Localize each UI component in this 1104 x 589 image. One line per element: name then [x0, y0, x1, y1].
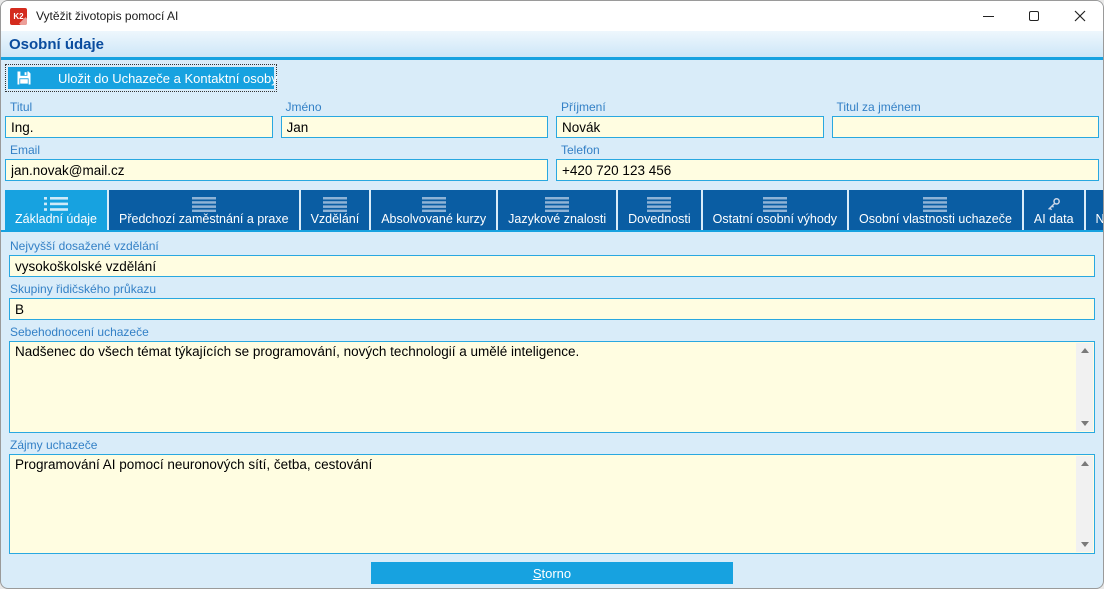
window-title: Vytěžit životopis pomocí AI	[36, 9, 179, 23]
jmeno-label: Jméno	[285, 100, 322, 114]
dialog-footer: Storno	[9, 554, 1095, 588]
field-zajmy: Zájmy uchazeče Programování AI pomocí ne…	[9, 433, 1095, 554]
minimize-button[interactable]	[965, 1, 1011, 31]
vertical-scrollbar[interactable]	[1076, 456, 1093, 552]
maximize-button[interactable]	[1011, 1, 1057, 31]
sebehodnoceni-label: Sebehodnocení uchazeče	[10, 325, 149, 339]
save-button-focus-frame: Uložit do Uchazeče a Kontaktní osoby	[5, 64, 278, 92]
floppy-disk-icon	[17, 71, 31, 85]
key-icon	[1046, 196, 1061, 212]
sebehodnoceni-textarea[interactable]: Nadšenec do všech témat týkajících se pr…	[9, 341, 1095, 433]
menu-lines-icon	[322, 196, 347, 212]
ridicsky-prukaz-label: Skupiny řidičského průkazu	[10, 282, 157, 296]
menu-lines-icon	[545, 196, 570, 212]
tab-label: Základní údaje	[15, 212, 98, 226]
arrow-up-icon	[1080, 348, 1089, 353]
section-header: Osobní údaje	[1, 31, 1103, 60]
tab-panel-zakladni-udaje: Nejvyšší dosažené vzdělání Skupiny řidič…	[1, 230, 1103, 588]
close-button[interactable]	[1057, 1, 1103, 31]
prijmeni-label: Příjmení	[561, 100, 606, 114]
name-fields-row: Titul Jméno Příjmení Titul za jménem	[5, 95, 1099, 138]
field-titul-za-jmenem: Titul za jménem	[831, 95, 1099, 138]
tab-vzdelani[interactable]: Vzdělání	[300, 190, 370, 230]
jmeno-input[interactable]	[280, 116, 548, 138]
tab-ostatni-osobni-vyhody[interactable]: Ostatní osobní výhody	[702, 190, 848, 230]
arrow-down-icon	[1080, 542, 1089, 547]
titul-label: Titul	[10, 100, 33, 114]
section-header-title: Osobní údaje	[9, 35, 105, 53]
field-email: Email	[5, 138, 548, 181]
storno-label-rest: torno	[541, 565, 572, 581]
field-sebehodnoceni: Sebehodnocení uchazeče Nadšenec do všech…	[9, 320, 1095, 433]
zajmy-label: Zájmy uchazeče	[10, 438, 98, 452]
minimize-icon	[982, 15, 994, 17]
email-input[interactable]	[5, 159, 548, 181]
tab-label: Vzdělání	[310, 212, 360, 226]
tab-label: Jazykové znalosti	[508, 212, 607, 226]
scroll-down-button[interactable]	[1076, 537, 1093, 552]
tab-jazykove-znalosti[interactable]: Jazykové znalosti	[498, 190, 617, 230]
tab-dovednosti[interactable]: Dovednosti	[618, 190, 701, 230]
prijmeni-input[interactable]	[556, 116, 824, 138]
tab-label: Nastavení	[1095, 212, 1104, 226]
tab-label: Absolvované kurzy	[381, 212, 487, 226]
telefon-input[interactable]	[556, 159, 1099, 181]
nejvyssi-vzdelani-input[interactable]	[9, 255, 1095, 277]
email-label: Email	[10, 143, 41, 157]
dialog-window: K2 Vytěžit životopis pomocí AI Osobní úd…	[0, 0, 1104, 589]
maximize-icon	[1029, 11, 1039, 21]
telefon-label: Telefon	[561, 143, 600, 157]
scroll-down-button[interactable]	[1076, 416, 1093, 431]
tab-absolvovane-kurzy[interactable]: Absolvované kurzy	[371, 190, 497, 230]
tab-predchozi-zamestnani[interactable]: Předchozí zaměstnání a praxe	[109, 190, 299, 230]
titul-za-jmenem-input[interactable]	[831, 116, 1099, 138]
sebehodnoceni-text: Nadšenec do všech témat týkajících se pr…	[15, 344, 580, 359]
arrow-down-icon	[1080, 421, 1089, 426]
scroll-up-button[interactable]	[1076, 343, 1093, 358]
tab-nastaveni[interactable]: Nastavení	[1085, 190, 1104, 230]
save-to-applicant-button[interactable]: Uložit do Uchazeče a Kontaktní osoby	[8, 67, 278, 89]
menu-lines-icon	[191, 196, 216, 212]
field-telefon: Telefon	[556, 138, 1099, 181]
k2-app-icon: K2	[10, 7, 27, 25]
close-icon	[1074, 10, 1086, 22]
zajmy-textarea[interactable]: Programování AI pomocí neuronových sítí,…	[9, 454, 1095, 554]
tab-ai-data[interactable]: AI data	[1023, 190, 1084, 230]
tab-label: Dovednosti	[628, 212, 691, 226]
contact-fields-row: Email Telefon	[5, 138, 1099, 181]
titlebar: K2 Vytěžit životopis pomocí AI	[1, 1, 1103, 31]
menu-lines-icon	[421, 196, 446, 212]
scroll-up-button[interactable]	[1076, 456, 1093, 471]
window-controls	[965, 1, 1103, 31]
menu-lines-icon	[647, 196, 672, 212]
tab-label: AI data	[1033, 212, 1074, 226]
vertical-scrollbar[interactable]	[1076, 343, 1093, 431]
tab-zakladni-udaje[interactable]: Základní údaje	[5, 190, 108, 230]
storno-button[interactable]: Storno	[371, 562, 733, 584]
bulleted-list-icon	[44, 196, 68, 212]
arrow-up-icon	[1080, 461, 1089, 466]
field-jmeno: Jméno	[280, 95, 548, 138]
zajmy-text: Programování AI pomocí neuronových sítí,…	[15, 457, 373, 472]
save-button-label: Uložit do Uchazeče a Kontaktní osoby	[58, 70, 278, 86]
tab-label: Předchozí zaměstnání a praxe	[119, 212, 289, 226]
menu-lines-icon	[923, 196, 948, 212]
ridicsky-prukaz-input[interactable]	[9, 298, 1095, 320]
field-nejvyssi-vzdelani: Nejvyšší dosažené vzdělání	[9, 234, 1095, 277]
storno-accelerator: S	[532, 565, 542, 581]
tab-label: Osobní vlastnosti uchazeče	[859, 212, 1012, 226]
field-ridicsky-prukaz: Skupiny řidičského průkazu	[9, 277, 1095, 320]
titul-za-jmenem-label: Titul za jménem	[836, 100, 921, 114]
menu-lines-icon	[762, 196, 787, 212]
tab-label: Ostatní osobní výhody	[712, 212, 838, 226]
nejvyssi-vzdelani-label: Nejvyšší dosažené vzdělání	[10, 239, 159, 253]
tab-osobni-vlastnosti[interactable]: Osobní vlastnosti uchazeče	[849, 190, 1022, 230]
titul-input[interactable]	[5, 116, 273, 138]
field-prijmeni: Příjmení	[556, 95, 824, 138]
dialog-content: Uložit do Uchazeče a Kontaktní osoby Tit…	[1, 60, 1103, 588]
tab-strip: Základní údaje Předchozí zaměstnání a pr…	[5, 190, 1103, 230]
field-titul: Titul	[5, 95, 273, 138]
